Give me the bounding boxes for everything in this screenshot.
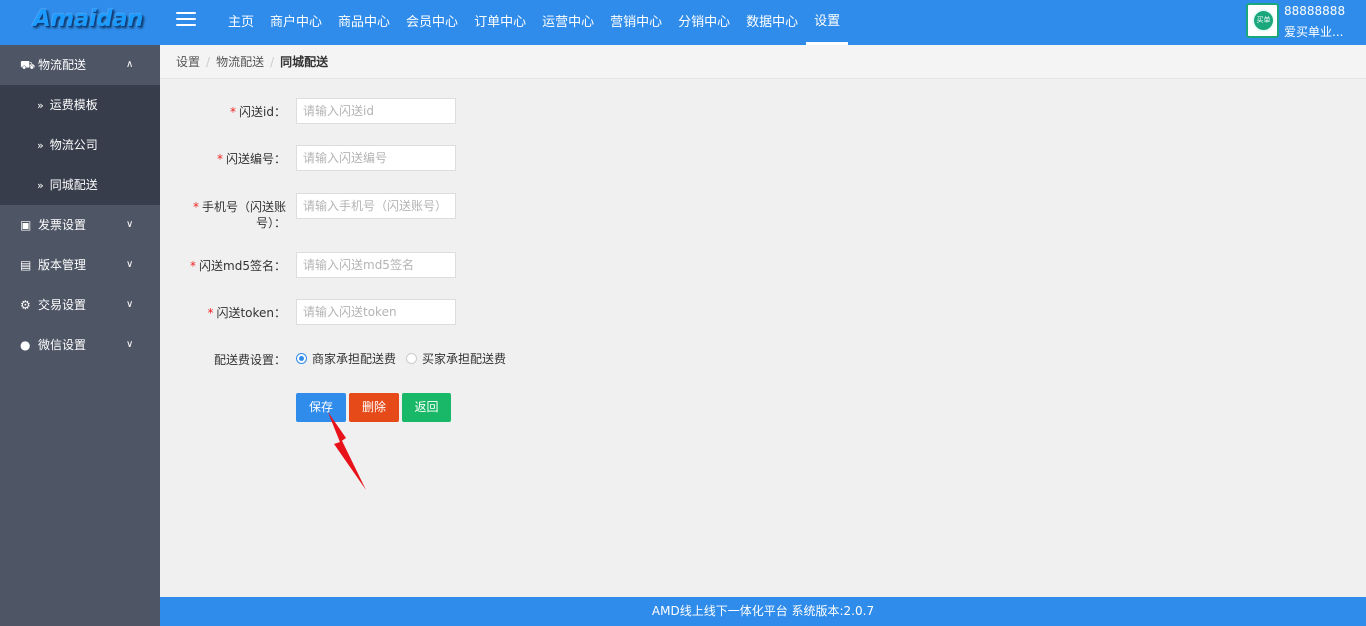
merchant-pays-radio[interactable] — [296, 352, 307, 364]
nav-item-order[interactable]: 订单中心 — [466, 0, 534, 45]
sidebar-item-label: 同城配送 — [49, 178, 98, 192]
nav-item-merchant[interactable]: 商户中心 — [262, 0, 330, 45]
top-nav: 主页 商户中心 商品中心 会员中心 订单中心 运营中心 营销中心 分销中心 数据… — [220, 0, 849, 45]
field-label: 配送费设置： — [213, 353, 286, 367]
sidebar-group-logistics[interactable]: ⛟ 物流配送 ∧ — [0, 45, 160, 85]
sidebar-group-trade[interactable]: ⚙ 交易设置 ∨ — [0, 285, 160, 325]
field-label: * 闪送token： — [180, 305, 286, 321]
logo[interactable]: Amaidan — [33, 6, 144, 38]
submenu-logistics: » 运费模板 » 物流公司 » 同城配送 — [0, 85, 160, 205]
field-label-text: 手机号（闪送账号）： — [201, 200, 286, 230]
form-actions: 保存 删除 返回 — [296, 393, 454, 422]
truck-icon: ⛟ — [20, 58, 36, 72]
nav-item-marketing[interactable]: 营销中心 — [602, 0, 670, 45]
sidebar-group-label: 交易设置 — [38, 298, 87, 312]
chevron-down-icon: ∨ — [126, 259, 134, 270]
sidebar-group-label: 物流配送 — [38, 58, 87, 72]
required-mark: * — [190, 259, 197, 273]
main-content: 设置/物流配送/同城配送 *闪送id： *闪送编号： *手机号（闪送账号）： *… — [160, 45, 1366, 597]
nav-item-data[interactable]: 数据中心 — [738, 0, 806, 45]
breadcrumb-item[interactable]: 设置 — [176, 55, 200, 69]
breadcrumb-separator: / — [270, 55, 275, 69]
required-mark: * — [230, 105, 237, 119]
delivery-fee-options: 商家承担配送费 买家承担配送费 — [296, 350, 516, 366]
field-label-text: 闪送编号： — [225, 152, 286, 166]
field-label: * 闪送编号： — [180, 151, 286, 167]
save-button[interactable]: 保存 — [296, 393, 346, 422]
nav-item-operation[interactable]: 运营中心 — [534, 0, 602, 45]
sidebar-group-wechat[interactable]: ● 微信设置 ∨ — [0, 325, 160, 365]
radio-label[interactable]: 买家承担配送费 — [422, 350, 506, 367]
field-label-text: 闪送md5签名： — [199, 259, 286, 273]
field-label: * 手机号（闪送账号）： — [180, 199, 286, 231]
user-menu[interactable]: 买单 88888888 爱买单业... — [1246, 2, 1364, 42]
avatar[interactable]: 买单 — [1246, 3, 1279, 38]
chevron-down-icon: ∨ — [126, 339, 134, 350]
sidebar-item-label: 运费模板 — [49, 98, 98, 112]
required-mark: * — [192, 200, 199, 214]
sidebar-item-label: 物流公司 — [49, 138, 98, 152]
required-mark: * — [216, 152, 223, 166]
invoice-icon: ▣ — [20, 218, 32, 232]
delete-button[interactable]: 删除 — [349, 393, 399, 422]
double-chevron-icon: » — [37, 139, 44, 152]
footer: AMD线上线下一体化平台 系统版本:2.0.7 — [160, 597, 1366, 626]
breadcrumb-separator: / — [206, 55, 211, 69]
gears-icon: ⚙ — [20, 298, 31, 312]
breadcrumb-current: 同城配送 — [280, 55, 329, 69]
shansong-number-input[interactable] — [296, 145, 456, 171]
menu-toggle-icon[interactable] — [176, 12, 196, 30]
breadcrumb: 设置 / 物流配送 / 同城配送 — [160, 45, 1366, 79]
nav-item-home[interactable]: 主页 — [220, 0, 262, 45]
field-label-text: 闪送token： — [216, 306, 286, 320]
token-input[interactable] — [296, 299, 456, 325]
user-name: 爱买单业... — [1284, 25, 1344, 39]
phone-input[interactable] — [296, 193, 456, 219]
sidebar-group-invoice[interactable]: ▣ 发票设置 ∨ — [0, 205, 160, 245]
sidebar-group-label: 微信设置 — [38, 338, 87, 352]
shansong-id-input[interactable] — [296, 98, 456, 124]
sidebar-item-city-delivery[interactable]: » 同城配送 — [0, 165, 160, 205]
double-chevron-icon: » — [37, 99, 44, 112]
sidebar-item-freight-template[interactable]: » 运费模板 — [0, 85, 160, 125]
buyer-pays-radio[interactable] — [406, 352, 418, 364]
nav-item-settings[interactable]: 设置 — [806, 0, 849, 45]
sidebar-group-label: 版本管理 — [38, 258, 87, 272]
sidebar: ⛟ 物流配送 ∧ » 运费模板 » 物流公司 » 同城配送 ▣ 发票设置 ∨ ▤ 版本管理 … — [0, 45, 160, 626]
sidebar-group-label: 发票设置 — [38, 218, 87, 232]
field-label-text: 闪送id： — [239, 105, 286, 119]
version-icon: ▤ — [20, 258, 32, 272]
back-button[interactable]: 返回 — [402, 393, 451, 422]
chevron-down-icon: ∨ — [126, 299, 134, 310]
required-mark: * — [207, 306, 214, 320]
nav-item-distribution[interactable]: 分销中心 — [670, 0, 738, 45]
sidebar-group-version[interactable]: ▤ 版本管理 ∨ — [0, 245, 160, 285]
nav-item-member[interactable]: 会员中心 — [398, 0, 466, 45]
chevron-up-icon: ∧ — [126, 59, 134, 70]
nav-item-goods[interactable]: 商品中心 — [330, 0, 398, 45]
user-id: 88888888 — [1284, 4, 1346, 18]
sidebar-item-logistics-company[interactable]: » 物流公司 — [0, 125, 160, 165]
breadcrumb-item[interactable]: 物流配送 — [216, 55, 264, 69]
chevron-down-icon: ∨ — [126, 219, 134, 230]
field-label: * 闪送id： — [180, 104, 286, 120]
wechat-icon: ● — [20, 338, 31, 352]
double-chevron-icon: » — [37, 179, 44, 192]
field-label: * 闪送md5签名： — [180, 258, 286, 274]
radio-label[interactable]: 商家承担配送费 — [312, 350, 396, 367]
md5-signature-input[interactable] — [296, 252, 456, 278]
avatar-text: 买单 — [1252, 9, 1275, 32]
top-bar: Amaidan 主页 商户中心 商品中心 会员中心 订单中心 运营中心 营销中心… — [0, 0, 1366, 45]
